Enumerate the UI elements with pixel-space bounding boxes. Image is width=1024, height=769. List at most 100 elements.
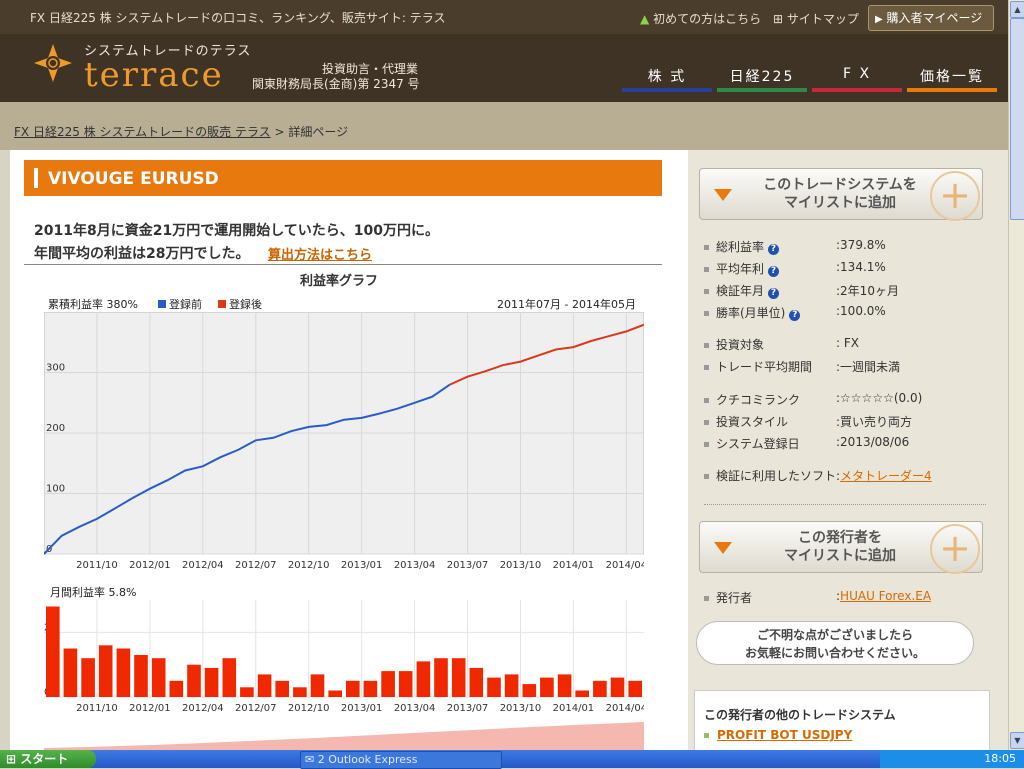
monthly-bar [46, 606, 60, 697]
nav-stocks[interactable]: 株 式 [622, 66, 712, 86]
info-software: 検証に利用したソフト [704, 467, 836, 484]
monthly-bar [134, 655, 148, 697]
help-icon[interactable]: ? [768, 266, 780, 277]
stat-value: :134.1% [836, 260, 886, 274]
info-registered: システム登録日 [704, 435, 800, 452]
other-system-link[interactable]: PROFIT BOT USDJPY [717, 728, 852, 742]
nav-fx[interactable]: F X [812, 66, 902, 82]
info-target: 投資対象 [704, 336, 764, 353]
stat-verification-period: 検証年月? [704, 282, 780, 299]
help-icon[interactable]: ? [768, 288, 780, 299]
nav-nikkei-underline [717, 88, 807, 92]
software-link[interactable]: メタトレーダー4 [840, 469, 932, 483]
other-systems-title: この発行者の他のトレードシステム [704, 708, 896, 722]
stat-value: :100.0% [836, 304, 886, 318]
info-label: システム登録日 [716, 437, 800, 451]
monthly-bar [504, 674, 519, 697]
monthly-bar [275, 680, 289, 697]
monthly-bar [346, 680, 360, 697]
start-button[interactable]: ⊞ スタート [0, 750, 96, 768]
windows-icon: ⊞ [6, 752, 17, 766]
graph-title: 利益率グラフ [300, 274, 379, 289]
contact-bubble[interactable]: ご不明な点がございましたら お気軽にお問い合わせください。 [696, 621, 974, 665]
monthly-bar [81, 658, 95, 697]
y-tick-label: 300 [46, 363, 65, 374]
breadcrumb-current: 詳細ページ [288, 125, 349, 139]
sitemap-icon: ⊞ [773, 12, 784, 26]
info-review: クチコミランク [704, 391, 800, 408]
mypage-button[interactable]: ▶ 購入者マイページ [868, 5, 994, 31]
x-tick-label: 2013/10 [500, 560, 542, 571]
scroll-up-icon[interactable]: ▲ [1010, 1, 1024, 18]
stat-label: 検証年月 [716, 284, 765, 298]
monthly-bar [293, 687, 307, 697]
monthly-bar [363, 680, 378, 697]
plus-icon: + [930, 524, 980, 574]
terrace-logo-icon[interactable] [32, 42, 74, 84]
scroll-thumb[interactable] [1010, 18, 1024, 220]
monthly-bar [398, 671, 413, 697]
sitemap-link[interactable]: ⊞ サイトマップ [773, 10, 859, 27]
x-tick-label: 2014/04 [606, 560, 644, 571]
add-system-line-2: マイリストに追加 [784, 195, 896, 211]
stat-annual-return: 平均年利? [704, 260, 780, 277]
legend-after-label: 登録後 [229, 298, 262, 311]
contact-line-1: ご不明な点がございましたら [756, 628, 913, 642]
nav-price-list[interactable]: 価格一覧 [907, 66, 997, 86]
info-label: 発行者 [716, 591, 753, 605]
add-publisher-mylist-button[interactable]: この発行者を マイリストに追加 + [699, 521, 983, 574]
info-publisher: 発行者 [704, 589, 752, 606]
logo-wordmark[interactable]: terrace [84, 55, 224, 95]
x-tick-label: 2012/04 [182, 703, 224, 714]
help-icon[interactable]: ? [789, 310, 801, 321]
monthly-bar [434, 658, 448, 697]
info-label: 検証に利用したソフト [716, 469, 837, 483]
contact-line-2: お気軽にお問い合わせください。 [744, 646, 925, 660]
help-icon[interactable]: ? [768, 244, 780, 255]
breadcrumb-home-link[interactable]: FX 日経225 株 システムトレードの販売 テラス [14, 125, 271, 139]
monthly-bar [575, 690, 589, 697]
monthly-bar [240, 687, 254, 697]
x-tick-label: 2012/04 [182, 560, 224, 571]
title-accent [34, 168, 38, 188]
nav-stocks-underline [622, 88, 712, 92]
y-tick-label: 100 [46, 484, 65, 495]
publisher-link[interactable]: HUAU Forex.EA [840, 589, 931, 603]
x-tick-label: 2012/01 [129, 703, 171, 714]
stat-value: :2年10ヶ月 [836, 284, 899, 298]
monthly-bar [416, 661, 431, 697]
add-system-mylist-button[interactable]: このトレードシステムを マイリストに追加 + [699, 168, 983, 221]
monthly-bar [151, 658, 166, 697]
monthly-bar [116, 648, 131, 697]
x-tick-label: 2011/10 [76, 560, 118, 571]
monthly-bar [63, 648, 78, 697]
mail-icon: ✉ [305, 753, 315, 766]
taskbar [0, 750, 1024, 768]
calculation-method-link[interactable]: 算出方法はこちら [268, 244, 372, 263]
dotted-divider [704, 504, 986, 505]
x-tick-label: 2013/07 [447, 560, 489, 571]
info-value: :買い売り両方 [836, 415, 913, 429]
info-label: クチコミランク [716, 393, 801, 407]
divider [24, 264, 662, 265]
monthly-bar [469, 667, 484, 697]
monthly-bar [98, 645, 113, 697]
nav-nikkei225[interactable]: 日経225 [717, 66, 807, 86]
taskbar-item-outlook[interactable]: ✉ 2 Outlook Express [300, 751, 502, 769]
scroll-down-icon[interactable]: ▼ [1010, 732, 1024, 749]
beginner-link[interactable]: ▲ 初めての方はこちら [640, 10, 761, 27]
x-tick-label: 2012/01 [129, 560, 171, 571]
x-tick-label: 2012/10 [288, 703, 330, 714]
stat-win-rate: 勝率(月単位)? [704, 304, 801, 321]
stat-label: 平均年利 [716, 262, 765, 276]
other-system-item[interactable]: PROFIT BOT USDJPY [704, 728, 852, 742]
stat-label: 勝率(月単位) [716, 306, 786, 320]
info-period: トレード平均期間 [704, 358, 812, 375]
info-label: 投資対象 [716, 338, 765, 352]
info-value: :2013/08/06 [836, 435, 910, 449]
system-title: VIVOUGE EURUSD [48, 169, 219, 189]
clock: 18:05 [984, 752, 1016, 765]
vertical-scrollbar[interactable]: ▲ ▼ [1008, 0, 1024, 750]
legend-after: 登録後 [218, 296, 262, 312]
info-style: 投資スタイル [704, 413, 788, 430]
